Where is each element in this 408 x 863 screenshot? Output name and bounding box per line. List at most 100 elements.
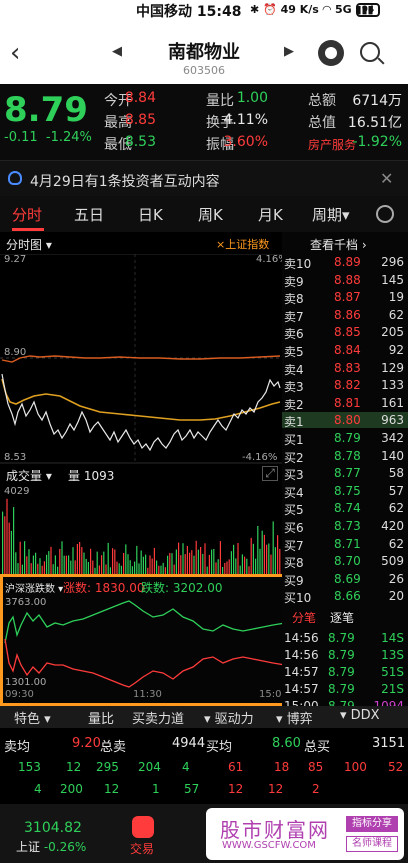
period-tabs: 分时 五日 日K 周K 月K 周期▾ — [0, 196, 408, 232]
tab-4[interactable]: 月K — [258, 204, 283, 225]
feature-drive[interactable]: ▾ 驱动力 — [204, 708, 254, 727]
ask-row[interactable]: 卖10 8.89 296 — [282, 254, 408, 271]
ask-row[interactable]: 卖1 8.80 963 — [282, 412, 408, 429]
volume-bar — [8, 522, 10, 574]
trade-icon[interactable] — [132, 816, 154, 838]
bid-row[interactable]: 买4 8.75 57 — [282, 483, 408, 500]
assistant-icon[interactable] — [318, 40, 344, 66]
buy-total-value: 3151 — [372, 736, 406, 751]
bid-label: 买6 — [284, 521, 304, 535]
ask-price: 8.81 — [334, 395, 361, 410]
volume-bar — [54, 555, 56, 574]
bid-row[interactable]: 买8 8.70 509 — [282, 553, 408, 570]
tab-2[interactable]: 日K — [138, 204, 163, 225]
ask-vol: 205 — [381, 325, 404, 340]
volume-bar — [87, 562, 89, 574]
bid-row[interactable]: 买10 8.66 20 — [282, 588, 408, 605]
intraday-chart[interactable]: 9.27 4.16% 8.90 8.53 -4.16% — [0, 254, 282, 464]
volume-bar — [72, 547, 74, 574]
tick-volume: 21S — [381, 682, 404, 696]
ask-row[interactable]: 卖8 8.87 19 — [282, 289, 408, 306]
expand-icon[interactable]: ⤢ — [262, 466, 278, 481]
search-icon[interactable] — [360, 42, 380, 62]
volume-bar — [107, 542, 109, 574]
tick-vol: 14 — [381, 631, 397, 645]
bid-price: 8.71 — [334, 536, 361, 551]
bid-label: 买4 — [284, 485, 304, 500]
volume-bar — [186, 546, 188, 574]
tab-ticks[interactable]: 分笔 — [292, 609, 316, 626]
view-depth-link[interactable]: 查看千档 › — [310, 236, 367, 253]
feature-special[interactable]: 特色 ▾ — [14, 708, 51, 727]
volume-bar — [52, 564, 54, 574]
index-overlay-toggle[interactable]: ×上证指数 — [216, 236, 269, 252]
volume-bar — [151, 558, 153, 574]
next-stock-icon[interactable]: ▶ — [284, 44, 294, 59]
bid-row[interactable]: 买3 8.77 58 — [282, 465, 408, 482]
sell-total-value: 4944 — [172, 736, 206, 751]
quote-label: 总值 — [308, 115, 336, 131]
grid-cell: 52 — [388, 760, 404, 774]
volume-bar — [250, 537, 252, 574]
ask-price: 8.84 — [334, 343, 361, 357]
volume-bar — [57, 566, 59, 574]
trade-label[interactable]: 交易 — [130, 840, 154, 857]
feature-ddx[interactable]: ▾ DDX — [340, 708, 380, 723]
volume-bar — [158, 565, 160, 574]
tick-time: 14:56 — [284, 648, 319, 662]
tab-1[interactable]: 五日 — [74, 204, 104, 225]
volume-bar — [162, 562, 164, 574]
ask-row[interactable]: 卖4 8.83 129 — [282, 360, 408, 377]
ad-chart: 3763.00 1301.00 — [4, 597, 286, 688]
ask-row[interactable]: 卖5 8.84 92 — [282, 342, 408, 359]
ask-label: 卖4 — [284, 362, 304, 377]
mid-price-label: 8.90 — [4, 347, 26, 358]
quote-value: 8.85 — [124, 112, 156, 128]
volume-bar — [266, 544, 268, 574]
volume-bar — [270, 554, 272, 574]
close-icon[interactable]: ✕ — [380, 169, 393, 188]
volume-bar — [175, 549, 177, 574]
grid-cell: 12 — [104, 782, 120, 796]
tab-trades[interactable]: 逐笔 — [330, 609, 354, 626]
grid-cell: 100 — [344, 760, 367, 774]
ask-row[interactable]: 卖9 8.88 145 — [282, 272, 408, 289]
index-value[interactable]: 3104.82 — [24, 820, 82, 836]
notice-bar[interactable]: 4月29日有1条投资者互动内容 ✕ — [0, 160, 408, 196]
grid-cell: 4 — [34, 782, 42, 796]
bid-row[interactable]: 买5 8.74 62 — [282, 500, 408, 517]
bid-row[interactable]: 买1 8.79 342 — [282, 430, 408, 447]
volume-bar — [197, 549, 199, 574]
bid-row[interactable]: 买7 8.71 62 — [282, 536, 408, 553]
bid-row[interactable]: 买6 8.73 420 — [282, 518, 408, 535]
tab-5[interactable]: 周期▾ — [312, 204, 350, 225]
feature-buy-sell-force[interactable]: 买卖力道 — [132, 708, 184, 727]
ask-label: 卖10 — [284, 257, 312, 271]
tick-price: 8.79 — [328, 665, 355, 679]
tick-time: 14:57 — [284, 682, 319, 696]
ad-title[interactable]: 沪深涨跌数 ▾ — [5, 580, 63, 595]
grid-cell: 85 — [308, 760, 324, 774]
chart-title[interactable]: 分时图 ▾ — [6, 236, 52, 253]
ask-row[interactable]: 卖7 8.86 62 — [282, 307, 408, 324]
tab-0[interactable]: 分时 — [12, 204, 42, 225]
settings-icon[interactable] — [376, 205, 394, 223]
quote-value: 16.51亿 — [347, 115, 402, 131]
grid-cell: 204 — [138, 760, 161, 774]
notice-text[interactable]: 4月29日有1条投资者互动内容 — [30, 171, 220, 191]
ask-row[interactable]: 卖3 8.82 133 — [282, 377, 408, 394]
volume-bar — [109, 567, 111, 574]
tab-3[interactable]: 周K — [198, 204, 223, 225]
tick-vol: 51 — [381, 665, 397, 679]
bid-row[interactable]: 买2 8.78 140 — [282, 448, 408, 465]
volume-title[interactable]: 成交量 ▾ — [6, 467, 52, 484]
ask-row[interactable]: 卖6 8.85 205 — [282, 324, 408, 341]
bid-vol: 58 — [388, 466, 404, 481]
feature-game[interactable]: ▾ 博弈 — [276, 708, 313, 727]
volume-bar — [263, 534, 265, 574]
bid-row[interactable]: 买9 8.69 26 — [282, 571, 408, 588]
volume-max-label: 4029 — [4, 486, 29, 497]
index-label[interactable]: 上证 -0.26% — [16, 838, 86, 855]
ask-row[interactable]: 卖2 8.81 161 — [282, 395, 408, 412]
feature-volume-ratio[interactable]: 量比 — [88, 708, 114, 727]
